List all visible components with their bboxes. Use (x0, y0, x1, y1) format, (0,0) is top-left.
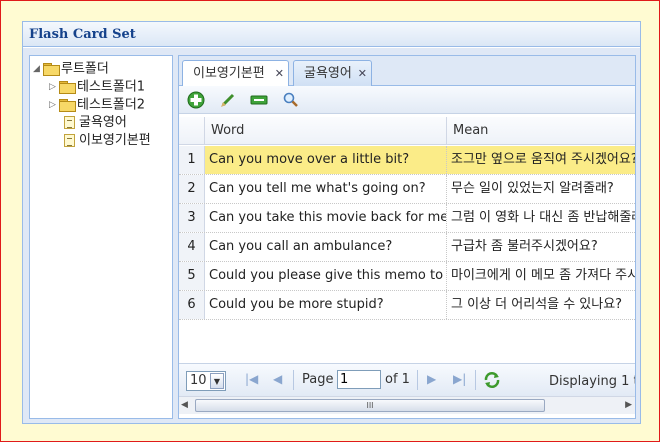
first-page-icon[interactable]: |◀ (245, 372, 258, 386)
mean-cell[interactable]: 마이크에게 이 메모 좀 가져다 주시 (447, 262, 635, 290)
next-page-icon[interactable]: ▶ (427, 372, 436, 386)
tree-item-gulyok-english[interactable]: 굴욕영어 (64, 114, 127, 132)
page-size-select[interactable]: 10 ▼ (186, 371, 226, 391)
tab-strip: 이보영기본편 ✕ 굴욕영어 ✕ (179, 56, 635, 88)
tree-root-label: 루트폴더 (61, 61, 109, 77)
column-header-word[interactable]: Word (205, 117, 447, 145)
word-cell[interactable]: Can you call an ambulance? (205, 233, 447, 261)
tab-label: 이보영기본편 (193, 66, 265, 81)
row-number-header (179, 117, 205, 145)
page-size-value: 10 (190, 373, 207, 388)
tree-item-label: 테스트폴더1 (77, 79, 146, 95)
displaying-info: Displaying 1 t (549, 374, 636, 389)
mean-cell[interactable]: 무슨 일이 있었는지 알려줄래? (447, 175, 635, 203)
tab-panel: 이보영기본편 ✕ 굴욕영어 ✕ Word Mean 1 Can you move… (178, 55, 636, 419)
close-icon[interactable]: ✕ (275, 61, 284, 87)
separator (417, 370, 418, 390)
table-row[interactable]: 1 Can you move over a little bit? 조그만 옆으… (179, 146, 635, 175)
row-number: 2 (179, 175, 205, 203)
tree-item-label: 이보영기본편 (79, 133, 151, 148)
remove-icon[interactable] (250, 91, 268, 109)
separator (475, 370, 476, 390)
close-icon[interactable]: ✕ (358, 61, 367, 87)
mean-cell[interactable]: 그럼 이 영화 나 대신 좀 반납해줄래 (447, 204, 635, 232)
collapse-triangle-icon[interactable]: ◢ (33, 60, 43, 78)
grid-toolbar (179, 86, 635, 114)
previous-page-icon[interactable]: ◀ (273, 372, 282, 386)
folder-icon (59, 81, 76, 94)
word-cell[interactable]: Could you please give this memo to M (205, 262, 447, 290)
search-icon[interactable] (282, 91, 300, 109)
folder-icon (59, 99, 76, 112)
horizontal-scrollbar[interactable]: ◀ III ▶ (179, 396, 635, 414)
page-label: Page (302, 372, 334, 387)
table-row[interactable]: 4 Can you call an ambulance? 구급차 좀 불러주시겠… (179, 233, 635, 262)
paging-toolbar: 10 ▼ |◀ ◀ Page of 1 ▶ ▶| Di (179, 363, 635, 396)
row-number: 5 (179, 262, 205, 290)
page-number-input[interactable] (337, 370, 381, 389)
refresh-icon[interactable] (483, 371, 501, 389)
scroll-right-icon[interactable]: ▶ (625, 400, 632, 410)
folder-icon (43, 63, 60, 76)
word-cell[interactable]: Can you move over a little bit? (205, 146, 447, 174)
add-icon[interactable] (187, 91, 205, 109)
row-number: 3 (179, 204, 205, 232)
table-row[interactable]: 3 Can you take this movie back for me? 그… (179, 204, 635, 233)
panel-title: Flash Card Set (23, 22, 640, 47)
mean-cell[interactable]: 구급차 좀 불러주시겠어요? (447, 233, 635, 261)
scroll-thumb[interactable]: III (195, 399, 545, 412)
column-header-mean[interactable]: Mean (447, 117, 635, 145)
table-row[interactable]: 6 Could you be more stupid? 그 이상 더 어리석을 … (179, 291, 635, 320)
tree-item-leeboyoung-basic[interactable]: 이보영기본편 (64, 132, 151, 150)
tree-item-test-folder-1[interactable]: ▷ 테스트폴더1 (49, 78, 145, 96)
scroll-left-icon[interactable]: ◀ (181, 400, 188, 410)
last-page-icon[interactable]: ▶| (453, 372, 466, 386)
flash-card-set-panel: Flash Card Set ◢ 루트폴더 ▷ 테스트폴더1 ▷ 테스트폴더2 굴욕영… (22, 21, 641, 424)
tree-item-label: 테스트폴더2 (77, 97, 146, 113)
tab-gulyok-english[interactable]: 굴욕영어 ✕ (293, 60, 372, 87)
mean-cell[interactable]: 그 이상 더 어리석을 수 있나요? (447, 291, 635, 319)
tree-item-label: 굴욕영어 (79, 115, 127, 130)
mean-cell[interactable]: 조그만 옆으로 움직여 주시겠어요? (447, 146, 635, 174)
table-row[interactable]: 5 Could you please give this memo to M 마… (179, 262, 635, 291)
word-cell[interactable]: Can you tell me what's going on? (205, 175, 447, 203)
folder-tree: ◢ 루트폴더 ▷ 테스트폴더1 ▷ 테스트폴더2 굴욕영어 이보영기본편 (29, 55, 173, 419)
panel-body: ◢ 루트폴더 ▷ 테스트폴더1 ▷ 테스트폴더2 굴욕영어 이보영기본편 이보영기본편… (23, 48, 640, 423)
separator (293, 370, 294, 390)
document-icon (64, 134, 75, 147)
expand-triangle-icon[interactable]: ▷ (49, 96, 59, 114)
tree-root[interactable]: ◢ 루트폴더 (33, 60, 109, 78)
page-count-label: of 1 (385, 372, 410, 387)
document-icon (64, 116, 75, 129)
word-cell[interactable]: Can you take this movie back for me? (205, 204, 447, 232)
tab-leeboyoung-basic[interactable]: 이보영기본편 ✕ (182, 60, 289, 88)
grid-header: Word Mean (179, 117, 635, 145)
table-row[interactable]: 2 Can you tell me what's going on? 무슨 일이… (179, 175, 635, 204)
row-number: 6 (179, 291, 205, 319)
row-number: 1 (179, 146, 205, 174)
word-cell[interactable]: Could you be more stupid? (205, 291, 447, 319)
grid-body: 1 Can you move over a little bit? 조그만 옆으… (179, 146, 635, 320)
edit-icon[interactable] (219, 91, 237, 109)
row-number: 4 (179, 233, 205, 261)
dropdown-arrow-icon[interactable]: ▼ (210, 373, 224, 389)
tab-label: 굴욕영어 (304, 66, 352, 81)
tree-item-test-folder-2[interactable]: ▷ 테스트폴더2 (49, 96, 145, 114)
expand-triangle-icon[interactable]: ▷ (49, 78, 59, 96)
